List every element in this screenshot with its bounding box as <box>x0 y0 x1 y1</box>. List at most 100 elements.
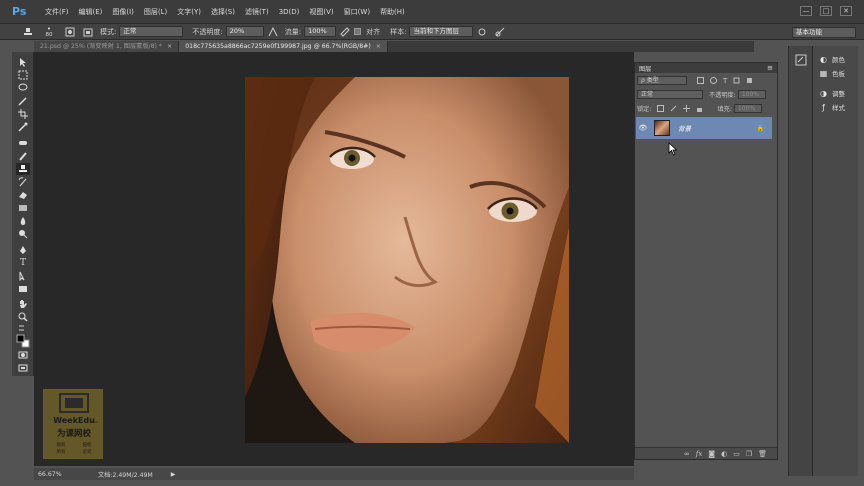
status-menu-arrow[interactable]: ▶ <box>171 471 176 478</box>
swatches-panel-tab[interactable]: ▦ 色板 <box>819 68 845 79</box>
layers-panel-title[interactable]: 图层 <box>639 64 651 73</box>
opacity-label: 不透明度: <box>192 27 223 36</box>
path-select-tool-icon[interactable] <box>16 270 30 282</box>
brush-tool-icon[interactable] <box>16 150 30 162</box>
history-panel-icon[interactable] <box>795 54 807 68</box>
eraser-tool-icon[interactable] <box>16 189 30 201</box>
dodge-tool-icon[interactable] <box>16 228 30 240</box>
ignore-adjustment-icon[interactable] <box>476 26 488 38</box>
quick-select-tool-icon[interactable] <box>16 95 30 107</box>
menu-edit[interactable]: 编辑(E) <box>74 7 108 17</box>
quick-mask-icon[interactable] <box>16 349 30 361</box>
opacity-input[interactable]: 20% <box>225 26 264 37</box>
screen-mode-icon[interactable] <box>16 362 30 374</box>
airbrush-icon[interactable] <box>339 26 351 38</box>
filter-smart-icon[interactable] <box>746 77 753 84</box>
zoom-tool-icon[interactable] <box>16 311 30 323</box>
add-mask-icon[interactable]: ◙ <box>708 450 715 458</box>
status-bar: 66.67% 文档:2.49M/2.49M ▶ <box>34 468 634 480</box>
color-panel-tab[interactable]: ◐ 颜色 <box>819 54 845 65</box>
filter-shape-icon[interactable] <box>733 77 740 84</box>
pressure-size-icon[interactable] <box>494 26 506 38</box>
layer-name[interactable]: 背景 <box>678 123 691 133</box>
adjustments-icon: ◑ <box>820 88 827 98</box>
swap-colors-icon[interactable] <box>16 324 30 332</box>
lock-paint-icon[interactable] <box>670 105 677 112</box>
portrait-image-drawing <box>245 77 569 443</box>
mouse-cursor-icon <box>668 142 678 158</box>
adjustments-panel-tab[interactable]: ◑ 调整 <box>819 88 845 99</box>
menu-select[interactable]: 选择(S) <box>206 7 240 17</box>
tab-close-icon[interactable]: × <box>376 43 381 50</box>
move-tool-icon[interactable] <box>16 56 30 68</box>
menu-filter[interactable]: 滤镜(T) <box>240 7 274 17</box>
lock-position-icon[interactable] <box>683 105 691 112</box>
workspace-select[interactable]: 基本功能 <box>792 27 856 38</box>
delete-layer-icon[interactable]: 🗑 <box>758 450 767 458</box>
watermark-name: 为课网校 <box>57 428 92 439</box>
brush-preset-picker[interactable]: • 80 <box>40 25 58 38</box>
hand-tool-icon[interactable] <box>16 298 30 310</box>
type-tool-icon[interactable]: T <box>16 257 30 269</box>
tab-21-psd[interactable]: 21.psd @ 25% (渐变映射 1, 图层蒙版/8) * × <box>34 41 180 52</box>
menu-type[interactable]: 文字(Y) <box>172 7 206 17</box>
lasso-tool-icon[interactable] <box>16 82 30 94</box>
menu-window[interactable]: 窗口(W) <box>339 7 375 17</box>
pen-tool-icon[interactable] <box>16 244 30 256</box>
blur-tool-icon[interactable] <box>16 215 30 227</box>
panel-menu-icon[interactable]: ≡ <box>767 64 773 72</box>
brush-panel-icon[interactable] <box>64 26 76 38</box>
maximize-button[interactable]: □ <box>820 6 832 16</box>
healing-brush-tool-icon[interactable] <box>16 137 30 149</box>
tab-jpg[interactable]: 018c775635a8866ac7259e0f199987.jpg @ 66.… <box>179 41 388 52</box>
pressure-opacity-icon[interactable] <box>267 26 279 38</box>
menu-file[interactable]: 文件(F) <box>40 7 74 17</box>
menu-layer[interactable]: 图层(L) <box>139 7 172 17</box>
tab-label: 018c775635a8866ac7259e0f199987.jpg @ 66.… <box>185 43 371 50</box>
link-layers-icon[interactable]: ∞ <box>684 450 690 458</box>
lock-all-icon[interactable] <box>696 105 703 112</box>
gradient-tool-icon[interactable] <box>16 202 30 214</box>
new-layer-icon[interactable]: ❐ <box>746 450 752 458</box>
watermark-note: 所有 <box>57 448 66 455</box>
menu-3d[interactable]: 3D(D) <box>274 8 305 16</box>
close-button[interactable]: ✕ <box>840 6 852 16</box>
blend-mode-select[interactable]: 正常 <box>637 90 703 99</box>
clone-source-icon[interactable] <box>82 26 94 38</box>
rectangle-tool-icon[interactable] <box>16 283 30 295</box>
flow-label: 流量: <box>284 27 302 36</box>
fill-input[interactable]: 100% <box>733 104 762 113</box>
crop-tool-icon[interactable] <box>16 108 30 120</box>
layer-opacity-input[interactable]: 100% <box>737 90 766 99</box>
sample-select[interactable]: 当前和下方图层 <box>409 26 474 37</box>
clone-stamp-tool-icon[interactable] <box>16 163 30 175</box>
flow-input[interactable]: 100% <box>304 26 337 37</box>
portrait-image <box>245 77 569 443</box>
eyedropper-tool-icon[interactable] <box>16 121 30 133</box>
marquee-tool-icon[interactable] <box>16 69 30 81</box>
filter-type-icon[interactable]: T <box>723 77 727 85</box>
layer-row-background[interactable]: 👁 背景 🔒 <box>636 117 772 139</box>
menu-view[interactable]: 视图(V) <box>304 7 338 17</box>
minimize-button[interactable]: — <box>800 6 812 16</box>
layer-filter-select[interactable]: ρ 类型 <box>637 76 687 85</box>
history-brush-tool-icon[interactable] <box>16 176 30 188</box>
aligned-checkbox[interactable] <box>354 28 362 35</box>
mode-select[interactable]: 正常 <box>119 26 184 37</box>
new-group-icon[interactable]: ▭ <box>733 450 740 458</box>
lock-transparency-icon[interactable] <box>657 105 665 112</box>
lock-icons <box>657 105 703 112</box>
visibility-eye-icon[interactable]: 👁 <box>636 124 650 132</box>
styles-panel-tab[interactable]: ƒ 样式 <box>819 102 845 113</box>
tab-close-icon[interactable]: × <box>167 43 172 50</box>
filter-pixel-icon[interactable] <box>697 76 704 84</box>
menu-image[interactable]: 图像(I) <box>107 7 139 17</box>
layer-style-icon[interactable]: fx <box>696 450 703 458</box>
clone-stamp-preset-icon[interactable] <box>22 26 34 38</box>
menu-help[interactable]: 帮助(H) <box>375 7 410 17</box>
filter-adjust-icon[interactable] <box>710 76 717 84</box>
zoom-level[interactable]: 66.67% <box>34 471 94 478</box>
adjustment-layer-icon[interactable]: ◐ <box>721 450 727 458</box>
color-swatches-icon[interactable] <box>16 333 30 349</box>
color-panel-label: 颜色 <box>832 56 845 64</box>
